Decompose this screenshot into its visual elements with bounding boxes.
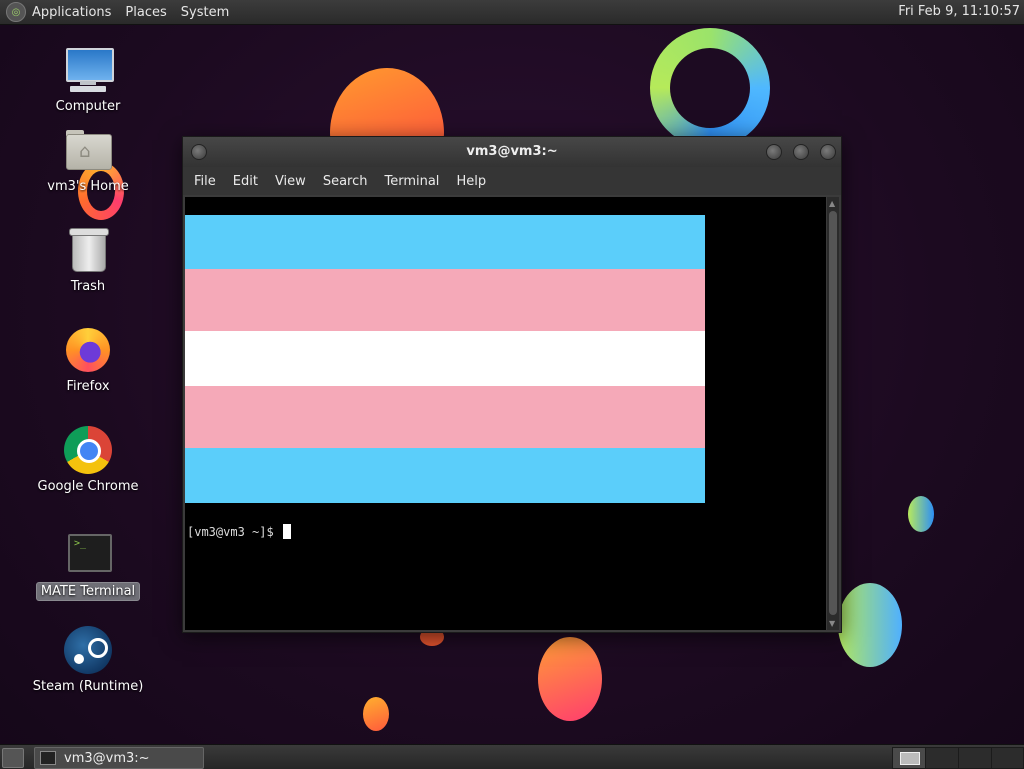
menu-file[interactable]: File (194, 174, 216, 189)
scroll-down-arrow-icon[interactable]: ▼ (829, 619, 835, 628)
workspace-2[interactable] (925, 747, 959, 769)
computer-icon (64, 46, 114, 94)
flag-stripe (185, 269, 705, 331)
steam-icon (64, 626, 112, 674)
terminal-prompt: [vm3@vm3 ~]$ (187, 524, 291, 539)
show-desktop-icon[interactable] (2, 748, 24, 768)
text-cursor (282, 524, 291, 539)
desktop-icon-firefox[interactable]: Firefox (28, 326, 148, 395)
desktop-icon-label: Computer (55, 99, 121, 114)
system-menu[interactable]: System (181, 5, 229, 20)
desktop-icon-label: vm3's Home (47, 179, 129, 194)
desktop-icon-mate-terminal[interactable]: >_ MATE Terminal (28, 530, 148, 601)
terminal-icon: >_ (64, 530, 112, 578)
places-menu[interactable]: Places (125, 5, 166, 20)
flag-image (185, 215, 705, 503)
scroll-up-arrow-icon[interactable]: ▲ (829, 199, 835, 208)
scrollbar-thumb[interactable] (829, 211, 837, 615)
desktop-icon-label: Google Chrome (37, 479, 139, 494)
prompt-text: [vm3@vm3 ~]$ (187, 525, 274, 539)
trash-icon (64, 226, 112, 274)
wallpaper-bubble (363, 697, 389, 731)
menu-help[interactable]: Help (456, 174, 486, 189)
home-folder-icon: ⌂ (64, 126, 112, 174)
terminal-window: vm3@vm3:~ File Edit View Search Terminal… (182, 136, 842, 633)
menu-view[interactable]: View (275, 174, 306, 189)
workspace-1[interactable] (892, 747, 926, 769)
chrome-icon (64, 426, 112, 474)
top-panel: ◎ Applications Places System Fri Feb 9, … (0, 0, 1024, 25)
workspace-3[interactable] (958, 747, 992, 769)
desktop-icon-label: Firefox (66, 379, 110, 394)
applications-menu[interactable]: Applications (32, 5, 111, 20)
flag-stripe (185, 448, 705, 503)
mate-logo-icon[interactable]: ◎ (6, 2, 26, 22)
flag-stripe (185, 331, 705, 386)
desktop-icon-label: Trash (70, 279, 106, 294)
menu-edit[interactable]: Edit (233, 174, 258, 189)
window-titlebar[interactable]: vm3@vm3:~ (183, 137, 841, 167)
desktop-icon-trash[interactable]: Trash (28, 226, 148, 295)
close-button[interactable] (820, 144, 836, 160)
firefox-icon (64, 326, 112, 374)
desktop-icon-label: MATE Terminal (35, 582, 141, 601)
terminal-small-icon (40, 751, 56, 765)
terminal-menubar: File Edit View Search Terminal Help (183, 167, 841, 195)
wallpaper-bubble (838, 583, 902, 667)
minimize-button[interactable] (766, 144, 782, 160)
desktop-icon-chrome[interactable]: Google Chrome (28, 426, 148, 495)
maximize-button[interactable] (793, 144, 809, 160)
wallpaper-ring (650, 28, 770, 148)
bottom-panel: vm3@vm3:~ (0, 744, 1024, 769)
desktop-icon-label: Steam (Runtime) (32, 679, 144, 694)
scrollbar[interactable]: ▲ ▼ (827, 197, 839, 630)
desktop-icon-computer[interactable]: Computer (28, 46, 148, 115)
desktop-icon-home[interactable]: ⌂ vm3's Home (28, 126, 148, 195)
taskbar-window-button[interactable]: vm3@vm3:~ (34, 747, 204, 769)
clock[interactable]: Fri Feb 9, 11:10:57 (898, 4, 1020, 19)
taskbar-window-label: vm3@vm3:~ (64, 750, 150, 766)
flag-stripe (185, 386, 705, 448)
menu-search[interactable]: Search (323, 174, 368, 189)
wallpaper-bubble (908, 496, 934, 532)
terminal-output[interactable]: [vm3@vm3 ~]$ (185, 197, 826, 630)
desktop-icon-steam[interactable]: Steam (Runtime) (28, 626, 148, 695)
menu-terminal[interactable]: Terminal (384, 174, 439, 189)
workspace-4[interactable] (991, 747, 1024, 769)
window-title: vm3@vm3:~ (466, 144, 558, 159)
flag-stripe (185, 215, 705, 269)
wallpaper-bubble (538, 637, 602, 721)
